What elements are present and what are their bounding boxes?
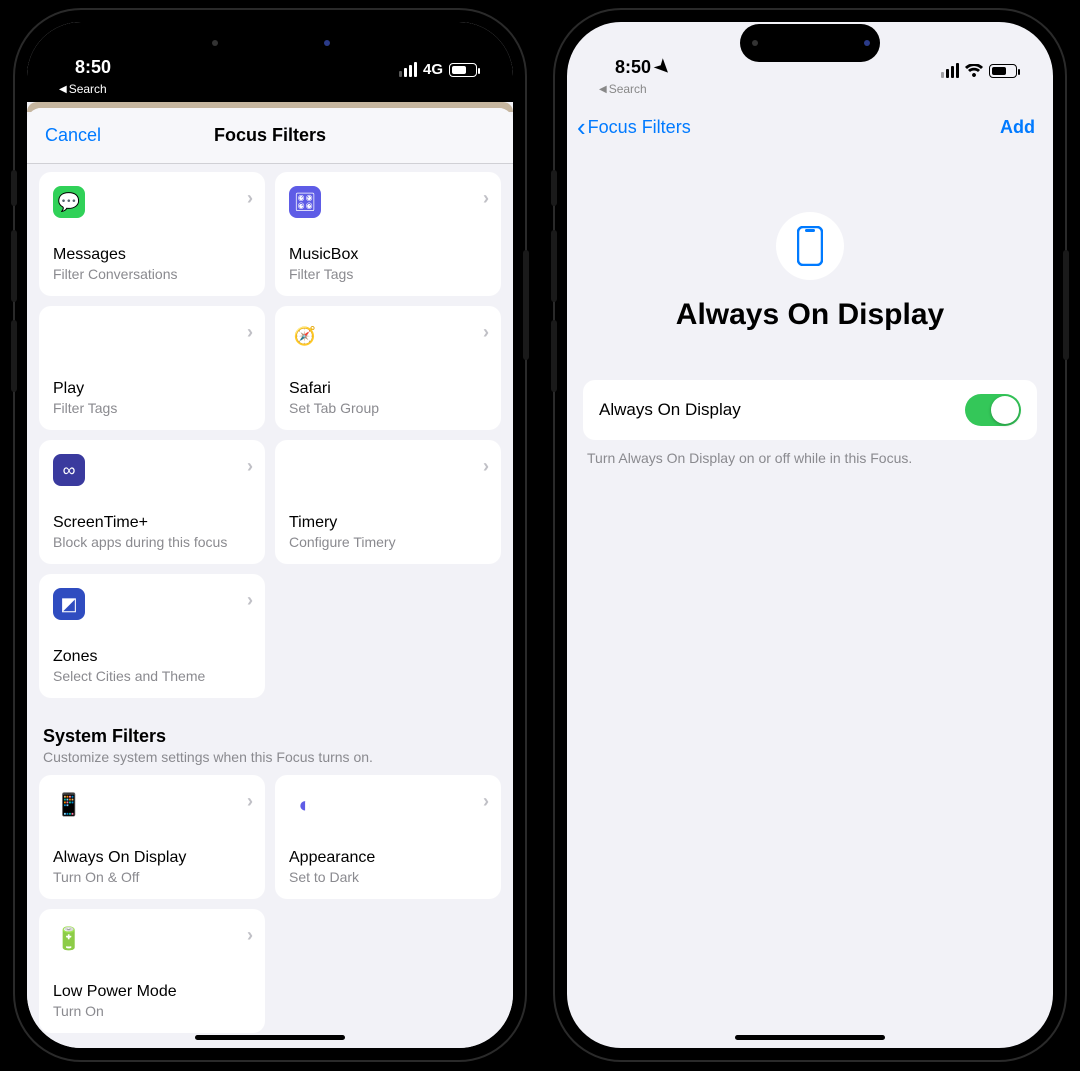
cell-signal-icon [399, 62, 417, 77]
card-subtitle: Select Cities and Theme [53, 668, 251, 684]
add-button[interactable]: Add [1000, 117, 1035, 138]
aod-toggle-row[interactable]: Always On Display [583, 380, 1037, 440]
dynamic-island [740, 24, 880, 62]
wifi-icon [965, 64, 983, 78]
focus-filters-sheet: Cancel Focus Filters › 💬 Messages Filter Co… [27, 108, 513, 1048]
card-title: ScreenTime+ [53, 514, 251, 532]
chevron-right-icon: › [483, 188, 489, 209]
musicbox-icon: 🎛 [289, 186, 321, 218]
hero-title: Always On Display [676, 298, 944, 332]
system-filter-card[interactable]: › 🔋 Low Power Mode Turn On [39, 909, 265, 1033]
toggle-switch[interactable] [965, 394, 1021, 426]
card-subtitle: Turn On & Off [53, 869, 251, 885]
app-filter-card[interactable]: › ∞ ScreenTime+ Block apps during this focu… [39, 440, 265, 564]
breadcrumb-back[interactable]: ◀ Search [567, 78, 1053, 102]
section-title: System Filters [43, 726, 497, 747]
play-icon: ▦ [53, 320, 85, 352]
card-title: Timery [289, 514, 487, 532]
system-filter-card[interactable]: › ◐ Appearance Set to Dark [275, 775, 501, 899]
phone-icon [797, 226, 823, 266]
chevron-right-icon: › [247, 188, 253, 209]
breadcrumb-label: Search [609, 82, 647, 96]
sheet-title: Focus Filters [214, 125, 326, 146]
app-filter-card[interactable]: › ⏱ Timery Configure Timery [275, 440, 501, 564]
hero: Always On Display [567, 212, 1053, 332]
system-filter-card[interactable]: › 📱 Always On Display Turn On & Off [39, 775, 265, 899]
card-subtitle: Set to Dark [289, 869, 487, 885]
chevron-right-icon: › [247, 322, 253, 343]
back-button[interactable]: ‹ Focus Filters [577, 114, 691, 140]
sheet-header: Cancel Focus Filters [27, 108, 513, 164]
card-subtitle: Filter Tags [289, 266, 487, 282]
app-filter-card[interactable]: › 🎛 MusicBox Filter Tags [275, 172, 501, 296]
system-filters-header: System Filters Customize system settings… [43, 726, 497, 765]
cell-signal-icon [941, 63, 959, 78]
app-filter-card[interactable]: › ◩ Zones Select Cities and Theme [39, 574, 265, 698]
chevron-right-icon: › [247, 590, 253, 611]
appearance-icon: ◐ [289, 789, 321, 821]
card-title: Messages [53, 246, 251, 264]
app-filter-card[interactable]: › 🧭 Safari Set Tab Group [275, 306, 501, 430]
timery-icon: ⏱ [289, 454, 321, 486]
chevron-left-icon: ‹ [577, 114, 586, 140]
chevron-right-icon: › [483, 791, 489, 812]
dynamic-island [200, 24, 340, 62]
card-title: Appearance [289, 849, 487, 867]
network-label: 4G [423, 61, 443, 78]
nav-bar: ‹ Focus Filters Add [567, 102, 1053, 152]
hero-icon-circle [776, 212, 844, 280]
card-subtitle: Turn On [53, 1003, 251, 1019]
chevron-left-icon: ◀ [599, 84, 607, 95]
status-time: 8:50 [615, 57, 651, 78]
location-icon: ➤ [650, 55, 676, 81]
chevron-left-icon: ◀ [59, 84, 67, 95]
chevron-right-icon: › [247, 925, 253, 946]
cancel-button[interactable]: Cancel [45, 125, 101, 146]
safari-icon: 🧭 [289, 320, 321, 352]
footer-note: Turn Always On Display on or off while i… [587, 450, 1033, 466]
zones-icon: ◩ [53, 588, 85, 620]
battery-icon [449, 63, 477, 77]
chevron-right-icon: › [247, 456, 253, 477]
card-title: Always On Display [53, 849, 251, 867]
phone-right: 8:50 ➤ ◀ Search ‹ Focus Filters Add A [555, 10, 1065, 1060]
back-label: Focus Filters [588, 117, 691, 138]
card-subtitle: Block apps during this focus [53, 534, 251, 550]
battery-icon [989, 64, 1017, 78]
card-subtitle: Filter Tags [53, 400, 251, 416]
phone-left: 8:50 4G ◀ Search Cancel Focus Filters › 💬… [15, 10, 525, 1060]
breadcrumb-label: Search [69, 82, 107, 96]
messages-icon: 💬 [53, 186, 85, 218]
card-title: Low Power Mode [53, 983, 251, 1001]
aod-icon: 📱 [53, 789, 85, 821]
app-filter-card[interactable]: › ▦ Play Filter Tags [39, 306, 265, 430]
home-indicator[interactable] [195, 1035, 345, 1040]
breadcrumb-back[interactable]: ◀ Search [27, 78, 513, 102]
card-subtitle: Filter Conversations [53, 266, 251, 282]
lpm-icon: 🔋 [53, 923, 85, 955]
card-title: Safari [289, 380, 487, 398]
section-subtitle: Customize system settings when this Focu… [43, 749, 497, 765]
chevron-right-icon: › [483, 456, 489, 477]
row-label: Always On Display [599, 400, 741, 420]
screentime-icon: ∞ [53, 454, 85, 486]
home-indicator[interactable] [735, 1035, 885, 1040]
chevron-right-icon: › [247, 791, 253, 812]
card-subtitle: Configure Timery [289, 534, 487, 550]
card-subtitle: Set Tab Group [289, 400, 487, 416]
chevron-right-icon: › [483, 322, 489, 343]
card-title: Play [53, 380, 251, 398]
card-title: Zones [53, 648, 251, 666]
app-filter-card[interactable]: › 💬 Messages Filter Conversations [39, 172, 265, 296]
status-time: 8:50 [75, 57, 111, 78]
card-title: MusicBox [289, 246, 487, 264]
